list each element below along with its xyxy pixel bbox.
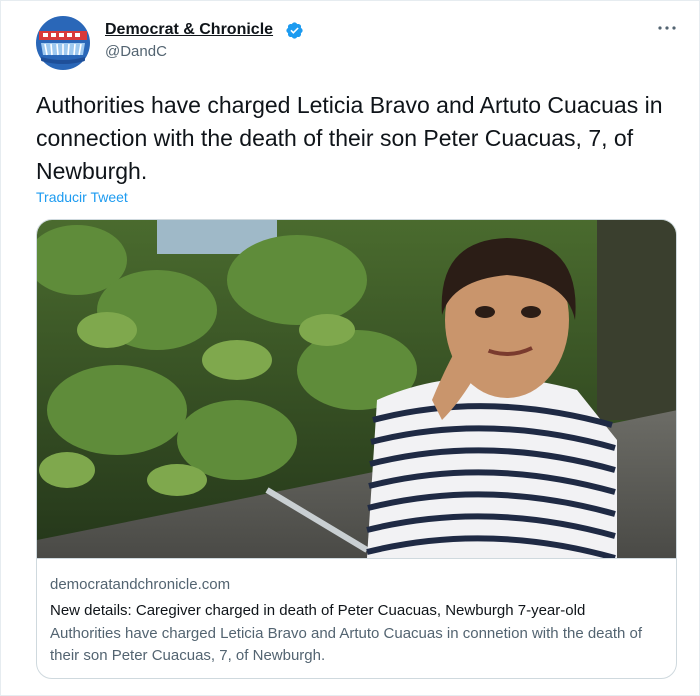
card-title: New details: Caregiver charged in death …	[50, 602, 586, 619]
link-preview-card[interactable]: democratandchronicle.com New details: Ca…	[36, 219, 677, 679]
card-domain: democratandchronicle.com	[50, 576, 231, 593]
avatar[interactable]	[35, 15, 91, 71]
newspaper-logo-icon	[35, 15, 91, 71]
card-photo	[37, 220, 676, 558]
author-handle[interactable]: @DandC	[105, 43, 167, 60]
card-description: Authorities have charged Leticia Bravo a…	[50, 625, 643, 664]
tweet-container: Democrat & Chronicle @DandC Authorities …	[0, 0, 700, 696]
author-name[interactable]: Democrat & Chronicle	[105, 21, 273, 39]
translate-tweet-link[interactable]: Traducir Tweet	[36, 189, 128, 205]
tweet-text: Authorities have charged Leticia Bravo a…	[36, 92, 663, 184]
more-options-icon	[658, 26, 676, 30]
verified-badge-icon	[286, 22, 303, 39]
card-divider	[37, 558, 676, 559]
more-options-button[interactable]	[655, 18, 679, 38]
